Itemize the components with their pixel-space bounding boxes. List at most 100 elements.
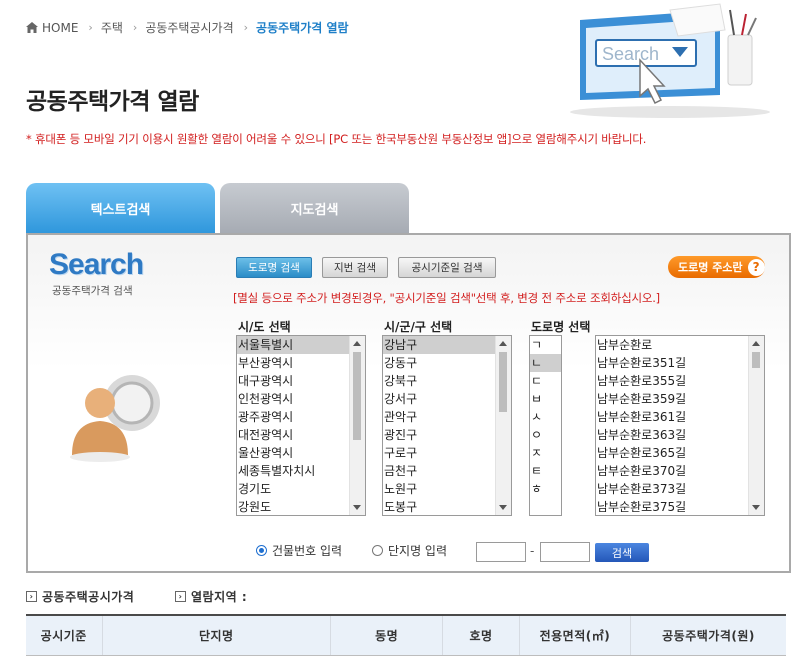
list-item[interactable]: 남부순환로375길 [596,498,764,515]
scroll-down-icon [752,505,760,510]
chevron-right-icon: › [26,591,37,602]
range-separator: - [530,544,535,558]
list-item[interactable]: ㅇ [530,426,561,444]
announcement-date-search-button[interactable]: 공시기준일 검색 [398,257,496,278]
breadcrumb-home-label: HOME [42,20,79,35]
list-item[interactable]: 금천구 [383,462,511,480]
building-number-radio[interactable]: 건물번호 입력 [256,542,342,559]
list-item[interactable]: 강원도 [237,498,365,515]
list-item[interactable]: 부산광역시 [237,354,365,372]
road-name-listbox[interactable]: 남부순환로 남부순환로351길 남부순환로355길 남부순환로359길 남부순환… [595,335,765,516]
search-logo: Search [49,248,144,281]
list-item[interactable]: 강북구 [383,372,511,390]
breadcrumb-item[interactable]: 공동주택공시가격 [145,19,233,36]
list-item[interactable]: 광진구 [383,426,511,444]
list-item[interactable]: 남부순환로363길 [596,426,764,444]
list-item[interactable]: ㅌ [530,462,561,480]
list-item[interactable]: 구로구 [383,444,511,462]
list-item[interactable]: 남부순환로361길 [596,408,764,426]
building-number-end-input[interactable] [540,542,590,562]
breadcrumb-item[interactable]: 주택 [101,19,123,36]
building-number-start-input[interactable] [476,542,526,562]
lot-number-search-button[interactable]: 지번 검색 [322,257,388,278]
list-item[interactable]: ㄷ [530,372,561,390]
scrollbar-thumb[interactable] [353,352,361,440]
list-item[interactable]: 도봉구 [383,498,511,515]
scrollbar[interactable] [495,336,511,515]
complex-name-radio[interactable]: 단지명 입력 [372,542,447,559]
button-label: 도로명 검색 [248,262,300,274]
list-item[interactable]: ㅈ [530,444,561,462]
list-item[interactable]: 강동구 [383,354,511,372]
search-hero-illustration: Search [570,3,770,118]
list-item[interactable]: ㅅ [530,408,561,426]
road-initial-listbox[interactable]: ㄱ ㄴ ㄷ ㅂ ㅅ ㅇ ㅈ ㅌ ㅎ [529,335,562,516]
list-item[interactable]: 남부순환로365길 [596,444,764,462]
scrollbar[interactable] [748,336,764,515]
list-item[interactable]: ㅎ [530,480,561,498]
list-item[interactable]: 노원구 [383,480,511,498]
list-item[interactable]: 남부순환로351길 [596,354,764,372]
column-header: 전용면적(㎡) [520,616,632,655]
sigungu-label: 시/군/구 선택 [384,320,453,334]
sigungu-listbox[interactable]: 강남구 강동구 강북구 강서구 관악구 광진구 구로구 금천구 노원구 도봉구 [382,335,512,516]
home-icon [26,22,38,33]
tab-label: 지도검색 [290,202,339,218]
chevron-right-icon: › [243,21,249,34]
list-item[interactable]: 남부순환로373길 [596,480,764,498]
list-item[interactable]: 강서구 [383,390,511,408]
list-item[interactable]: 세종특별자치시 [237,462,365,480]
tab-label: 텍스트검색 [90,202,151,218]
radio-unchecked-icon [372,545,383,556]
list-item[interactable]: 남부순환로359길 [596,390,764,408]
road-address-info-button[interactable]: 도로명 주소란 ? [668,256,765,278]
column-header: 호명 [443,616,520,655]
button-label: 공시기준일 검색 [411,262,483,274]
scrollbar-thumb[interactable] [752,352,760,368]
scroll-up-icon [499,341,507,346]
label-text: 열람지역 : [191,590,248,604]
list-item[interactable]: 광주광역시 [237,408,365,426]
address-change-warning: [멸실 등으로 주소가 변경된경우, "공시기준일 검색"선택 후, 변경 전 … [233,291,660,305]
scrollbar[interactable] [349,336,365,515]
question-icon: ? [747,258,765,276]
list-item[interactable]: ㅂ [530,390,561,408]
chevron-right-icon: › [132,21,138,34]
list-item[interactable]: 인천광역시 [237,390,365,408]
list-item[interactable]: 강남구 [383,336,511,354]
page-title: 공동주택가격 열람 [26,89,199,115]
list-item[interactable]: ㄴ [530,354,561,372]
label-text: 공동주택공시가격 [42,590,135,604]
search-logo-subtitle: 공동주택가격 검색 [52,285,133,297]
list-item[interactable]: 울산광역시 [237,444,365,462]
scrollbar-thumb[interactable] [499,352,507,412]
chevron-right-icon: › [175,591,186,602]
list-item[interactable]: 서울특별시 [237,336,365,354]
column-header: 단지명 [103,616,331,655]
price-section-label: › 공동주택공시가격 [26,588,134,605]
button-label: 도로명 주소란 [678,261,743,274]
list-item[interactable]: 대구광역시 [237,372,365,390]
column-header: 동명 [331,616,444,655]
list-item[interactable]: 경기도 [237,480,365,498]
list-item[interactable]: ㄱ [530,336,561,354]
scroll-down-icon [353,505,361,510]
sido-listbox[interactable]: 서울특별시 부산광역시 대구광역시 인천광역시 광주광역시 대전광역시 울산광역… [236,335,366,516]
breadcrumb-current: 공동주택가격 열람 [256,21,349,35]
tab-text-search[interactable]: 텍스트검색 [26,183,215,233]
list-item[interactable]: 남부순환로355길 [596,372,764,390]
breadcrumb-home[interactable]: HOME [26,21,78,35]
list-item[interactable]: 남부순환로 [596,336,764,354]
sido-label: 시/도 선택 [238,320,291,334]
chevron-right-icon: › [88,21,93,34]
list-item[interactable]: 남부순환로370길 [596,462,764,480]
road-name-search-button[interactable]: 도로명 검색 [236,257,312,278]
list-item[interactable]: 대전광역시 [237,426,365,444]
tab-map-search[interactable]: 지도검색 [220,183,409,233]
column-header: 공시기준 [26,616,103,655]
button-label: 지번 검색 [334,262,376,274]
list-item[interactable]: 관악구 [383,408,511,426]
person-magnifier-icon [70,375,160,462]
search-submit-button[interactable]: 검색 [595,543,649,562]
region-section-label: › 열람지역 : [175,588,247,605]
